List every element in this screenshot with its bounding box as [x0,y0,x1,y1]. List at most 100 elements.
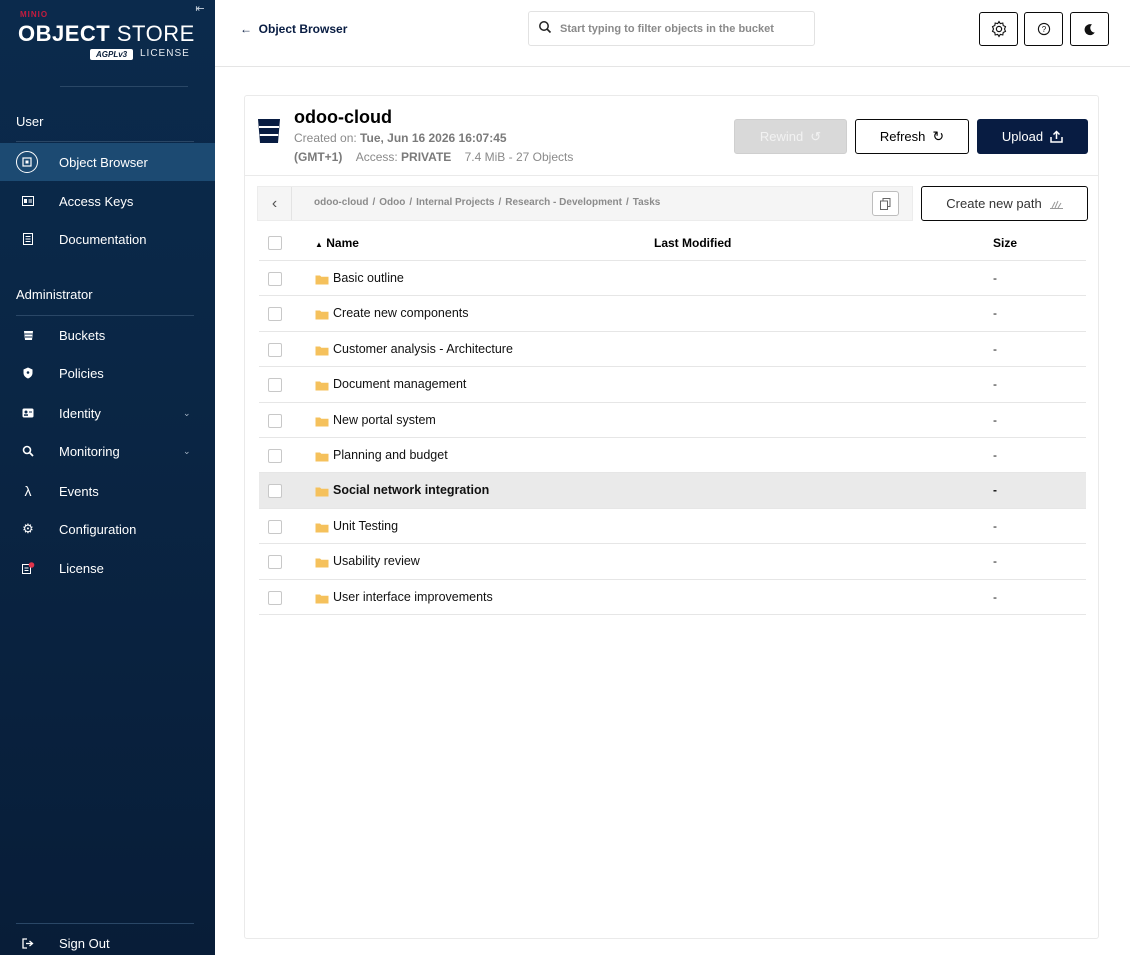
sign-out-icon [20,935,36,951]
table-row[interactable]: Document management - [259,367,1086,403]
create-new-path-button[interactable]: Create new path [921,186,1088,221]
refresh-label: Refresh [879,129,926,144]
copy-path-button[interactable] [872,191,899,216]
folder-icon [315,346,329,356]
row-size: - [993,518,997,533]
row-size: - [993,306,997,321]
bucket-details: (GMT+1) Access: PRIVATE 7.4 MiB - 27 Obj… [294,150,574,164]
refresh-button[interactable]: Refresh ↻ [855,119,969,154]
table-row[interactable]: Unit Testing - [259,509,1086,545]
rewind-button[interactable]: Rewind ↺ [734,119,847,154]
license-icon [20,560,36,576]
row-name: Customer analysis - Architecture [333,341,513,356]
breadcrumb-item[interactable]: Tasks [633,197,661,208]
sidebar-item-buckets[interactable]: Buckets [0,316,215,354]
bucket-panel: odoo-cloud Created on: Tue, Jun 16 2026 … [244,95,1099,939]
sidebar-divider [16,141,194,142]
breadcrumb-item[interactable]: Research - Development [505,197,622,208]
row-name: Planning and budget [333,447,448,462]
sidebar-item-label: Documentation [59,231,147,247]
sidebar-item-configuration[interactable]: ⚙ Configuration [0,510,215,548]
table-row[interactable]: Social network integration - [259,473,1086,509]
panel-divider [245,175,1098,176]
row-checkbox[interactable] [268,484,282,499]
settings-button[interactable] [979,12,1018,46]
sign-out-button[interactable]: Sign Out [0,924,215,955]
folder-icon [315,452,329,462]
copy-icon [880,197,891,210]
row-size: - [993,271,997,285]
identity-icon [20,405,36,421]
sidebar: MINIO OBJECT STORE AGPLv3 LICENSE ⇤ User… [0,0,215,955]
sidebar-item-license[interactable]: License [0,549,215,587]
row-checkbox[interactable] [268,448,282,463]
object-browser-icon [16,151,38,173]
table-row[interactable]: Basic outline - [259,261,1086,297]
table-row[interactable]: User interface improvements - [259,580,1086,615]
row-checkbox[interactable] [268,555,282,570]
breadcrumb-item[interactable]: Odoo [379,197,405,208]
breadcrumb-item[interactable]: odoo-cloud [314,197,368,208]
row-checkbox[interactable] [268,590,282,605]
breadcrumb-item[interactable]: Internal Projects [416,197,494,208]
sidebar-item-access-keys[interactable]: Access Keys [0,182,215,220]
section-user: User [16,114,44,129]
table-row[interactable]: Planning and budget - [259,438,1086,474]
dark-mode-toggle[interactable] [1070,12,1109,46]
arrow-left-icon: ← [240,22,259,36]
back-to-object-browser-link[interactable]: ← Object Browser [240,22,347,36]
search-box[interactable] [528,11,815,46]
chevron-down-icon: ⌄ [183,445,191,456]
help-button[interactable]: ? [1024,12,1063,46]
table-row[interactable]: New portal system - [259,403,1086,438]
row-name: New portal system [333,412,436,427]
lambda-icon: λ [24,483,32,499]
chevron-down-icon: ⌄ [183,407,191,418]
row-checkbox[interactable] [268,307,282,322]
select-all-checkbox[interactable] [268,236,282,250]
sidebar-item-events[interactable]: λ Events [0,472,215,510]
refresh-icon: ↻ [932,128,945,144]
sidebar-item-label: Object Browser [59,154,148,170]
sidebar-item-identity[interactable]: Identity ⌄ [0,394,215,432]
breadcrumb-back-button[interactable]: ‹ [258,187,292,220]
row-checkbox[interactable] [268,519,282,534]
column-size-header[interactable]: Size [993,236,1017,250]
folder-icon [315,310,329,320]
sidebar-item-object-browser[interactable]: Object Browser [0,143,215,181]
rewind-label: Rewind [759,129,804,144]
row-checkbox[interactable] [268,413,282,428]
gear-icon [991,20,1006,38]
collapse-sidebar-icon[interactable]: ⇤ [193,2,207,16]
upload-button[interactable]: Upload [977,119,1088,154]
row-name: Document management [333,377,467,392]
column-last-modified-header[interactable]: Last Modified [654,236,731,250]
search-icon [539,21,552,34]
row-checkbox[interactable] [268,272,282,286]
logo-license-text: LICENSE [140,48,190,59]
row-checkbox[interactable] [268,342,282,357]
table-header: ▲ Name Last Modified Size [259,226,1086,261]
buckets-icon [20,327,36,343]
row-name: Unit Testing [333,518,399,533]
bucket-created: Created on: Tue, Jun 16 2026 16:07:45 [294,131,507,145]
search-input[interactable] [560,19,810,39]
column-name-header[interactable]: ▲ Name [315,236,359,250]
sidebar-item-monitoring[interactable]: Monitoring ⌄ [0,432,215,470]
sidebar-item-documentation[interactable]: Documentation [0,220,215,258]
new-path-icon [1049,200,1063,209]
section-administrator: Administrator [16,287,93,302]
upload-icon [1050,130,1063,143]
row-size: - [993,554,997,569]
sidebar-divider [60,86,188,87]
table-row[interactable]: Customer analysis - Architecture - [259,332,1086,368]
sidebar-item-label: Access Keys [59,193,134,209]
sidebar-item-label: Policies [59,365,104,381]
access-keys-icon [20,193,36,209]
sidebar-item-policies[interactable]: Policies [0,354,215,392]
table-row[interactable]: Create new components - [259,296,1086,332]
table-row[interactable]: Usability review - [259,544,1086,580]
sidebar-item-label: Identity [59,405,101,421]
sort-asc-icon: ▲ [315,240,323,249]
row-checkbox[interactable] [268,378,282,393]
